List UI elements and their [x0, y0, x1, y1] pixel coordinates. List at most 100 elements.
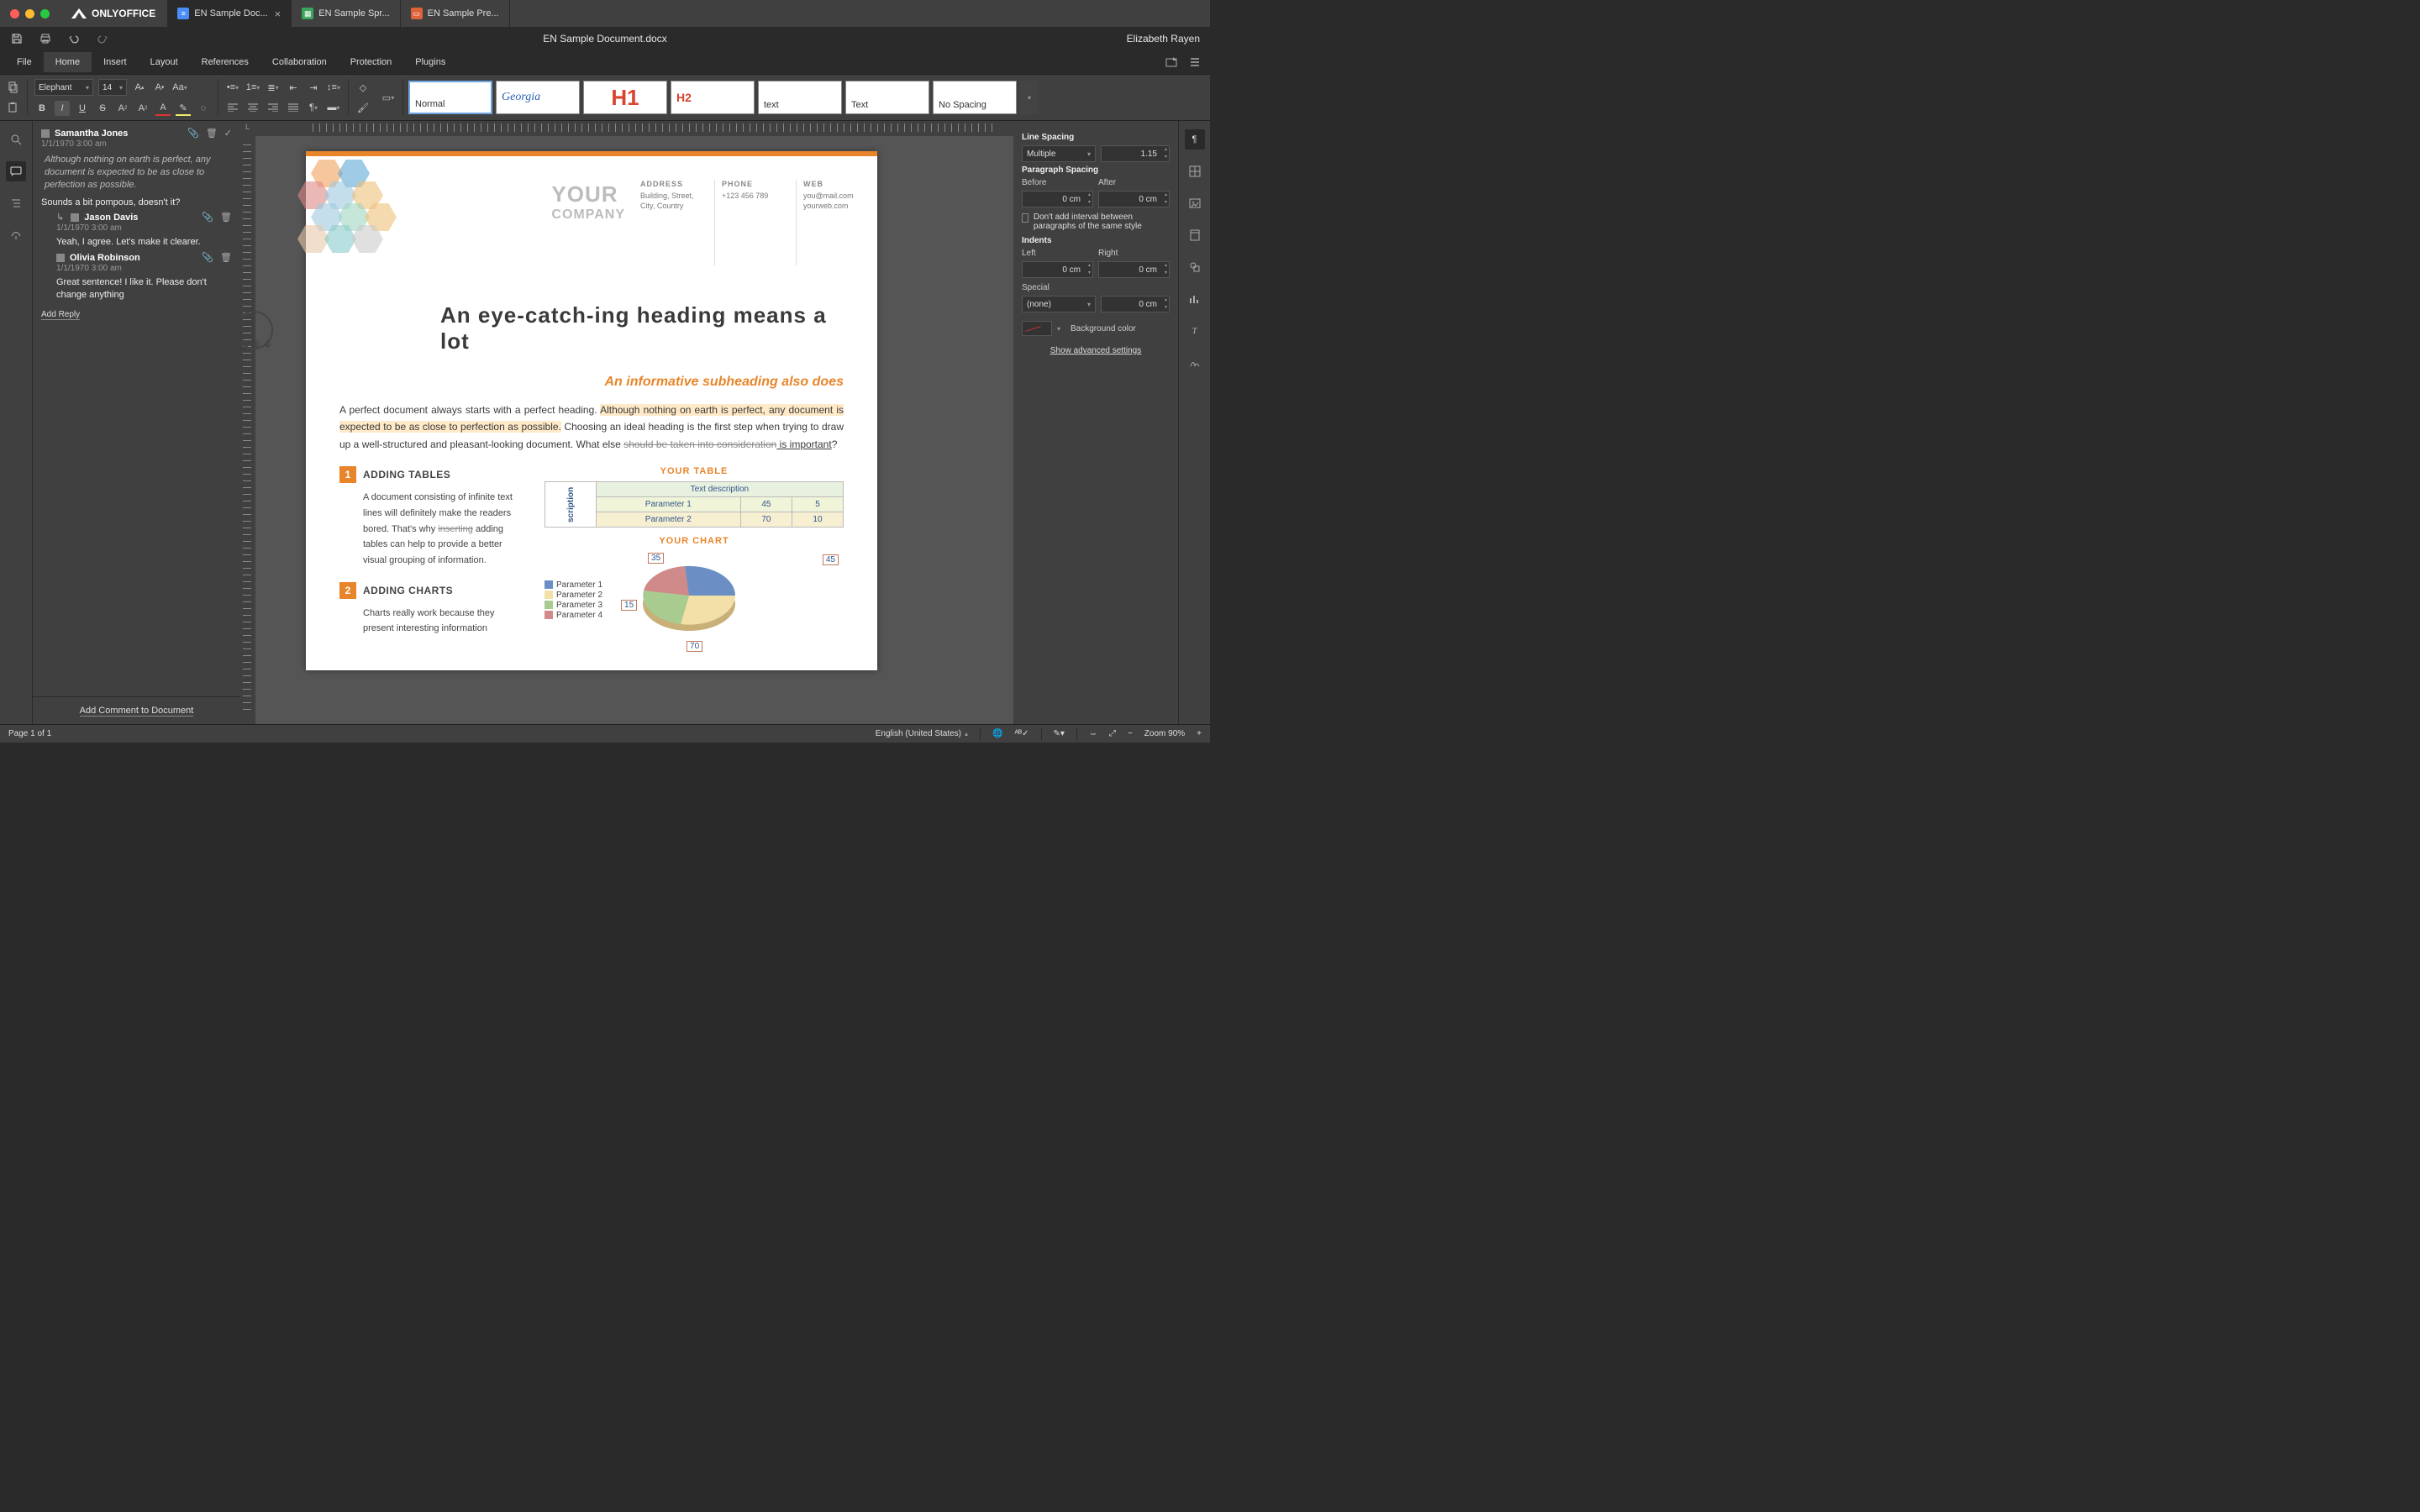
search-icon[interactable] [6, 129, 26, 150]
menu-protection[interactable]: Protection [339, 52, 404, 72]
tab-spreadsheet[interactable]: ▦ EN Sample Spr... [292, 0, 400, 27]
special-indent-value-input[interactable]: 0 cm [1101, 296, 1170, 312]
delete-icon[interactable]: 🗑 [220, 212, 232, 223]
style-text-lc[interactable]: text [758, 81, 842, 114]
decrease-indent-icon[interactable]: ⇤ [286, 80, 301, 95]
style-h1[interactable]: H1 [583, 81, 667, 114]
image-settings-icon[interactable] [1185, 193, 1205, 213]
style-h2[interactable]: H2 [671, 81, 755, 114]
decrease-font-icon[interactable]: A▾ [152, 80, 167, 95]
menu-collaboration[interactable]: Collaboration [260, 52, 339, 72]
spellcheck-icon[interactable]: 🌐 [992, 729, 1002, 738]
paragraph-settings-icon[interactable]: ¶ [1185, 129, 1205, 150]
delete-icon[interactable]: 🗑 [220, 252, 232, 263]
text-art-icon[interactable]: T [1185, 321, 1205, 341]
bold-icon[interactable]: B [34, 101, 50, 116]
highlight-color-icon[interactable]: ✎ [176, 101, 191, 116]
nonprinting-icon[interactable]: ¶▾ [306, 100, 321, 115]
align-right-icon[interactable] [266, 100, 281, 115]
add-comment-button[interactable]: Add Comment to Document [80, 706, 194, 717]
italic-icon[interactable]: I [55, 101, 70, 116]
menu-layout[interactable]: Layout [139, 52, 190, 72]
open-location-icon[interactable] [1165, 55, 1178, 69]
comments-icon[interactable] [6, 161, 26, 181]
header-footer-icon[interactable] [1185, 225, 1205, 245]
feedback-icon[interactable] [6, 225, 26, 245]
menu-insert[interactable]: Insert [92, 52, 139, 72]
font-size-select[interactable]: 14▾ [98, 79, 127, 96]
delete-icon[interactable]: 🗑 [206, 128, 218, 139]
subscript-icon[interactable]: A2 [135, 101, 150, 116]
document-page[interactable]: YOUR COMPANY ADDRESS Building, Street, C… [306, 151, 877, 670]
align-center-icon[interactable] [245, 100, 260, 115]
zoom-out-icon[interactable]: − [1128, 729, 1133, 738]
menu-references[interactable]: References [190, 52, 260, 72]
underline-icon[interactable]: U [75, 101, 90, 116]
minimize-window-icon[interactable] [25, 9, 34, 18]
document-canvas[interactable]: YOUR COMPANY ADDRESS Building, Street, C… [255, 136, 1013, 724]
attach-icon[interactable]: 📎 [202, 252, 213, 263]
menu-file[interactable]: File [5, 52, 44, 72]
resolve-icon[interactable]: ✓ [224, 128, 232, 139]
close-window-icon[interactable] [10, 9, 19, 18]
shape-settings-icon[interactable] [1185, 257, 1205, 277]
horizontal-ruler[interactable] [240, 121, 1013, 136]
print-icon[interactable] [39, 32, 52, 45]
copy-icon[interactable] [5, 80, 20, 95]
spellcheck-toggle-icon[interactable]: ᴬᴮ✓ [1014, 729, 1028, 738]
chart-settings-icon[interactable] [1185, 289, 1205, 309]
background-color-swatch[interactable] [1022, 321, 1052, 336]
paste-icon[interactable] [5, 100, 20, 115]
redo-icon[interactable] [96, 32, 109, 45]
numbering-icon[interactable]: 1≡▾ [245, 80, 260, 95]
increase-font-icon[interactable]: A▴ [132, 80, 147, 95]
style-more-icon[interactable]: ▾ [1020, 81, 1039, 114]
zoom-level[interactable]: Zoom 90% [1144, 729, 1185, 738]
font-color-icon[interactable]: A [155, 101, 171, 116]
chevron-down-icon[interactable]: ▾ [1057, 325, 1060, 333]
maximize-window-icon[interactable] [40, 9, 50, 18]
superscript-icon[interactable]: A2 [115, 101, 130, 116]
bullets-icon[interactable]: •≡▾ [225, 80, 240, 95]
fit-page-icon[interactable]: ⇔ [1089, 729, 1097, 738]
spacing-after-input[interactable]: 0 cm [1098, 191, 1170, 207]
attach-icon[interactable]: 📎 [187, 128, 199, 139]
line-spacing-value-input[interactable]: 1.15 [1101, 145, 1170, 162]
vertical-ruler[interactable] [240, 136, 255, 724]
style-text[interactable]: Text [845, 81, 929, 114]
align-left-icon[interactable] [225, 100, 240, 115]
style-normal[interactable]: Normal [408, 81, 492, 114]
close-icon[interactable]: × [275, 8, 281, 20]
strikethrough-icon[interactable]: S [95, 101, 110, 116]
add-reply-button[interactable]: Add Reply [41, 310, 80, 320]
insert-shape-icon[interactable]: ▭▾ [381, 90, 396, 105]
tab-presentation[interactable]: ▭ EN Sample Pre... [401, 0, 510, 27]
menu-home[interactable]: Home [44, 52, 92, 72]
indent-left-input[interactable]: 0 cm [1022, 261, 1093, 278]
style-georgia[interactable]: Georgia [496, 81, 580, 114]
clear-style-icon[interactable]: ◌ [196, 101, 211, 116]
format-painter-icon[interactable]: 🖌 [355, 100, 371, 115]
menu-plugins[interactable]: Plugins [403, 52, 457, 72]
comment-thread[interactable]: Samantha Jones 📎 🗑 ✓ 1/1/1970 3:00 am Al… [33, 121, 240, 332]
save-icon[interactable] [10, 32, 24, 45]
style-no-spacing[interactable]: No Spacing [933, 81, 1017, 114]
page-indicator[interactable]: Page 1 of 1 [8, 729, 51, 738]
multilevel-icon[interactable]: ≣▾ [266, 80, 281, 95]
view-settings-icon[interactable] [1188, 55, 1202, 69]
increase-indent-icon[interactable]: ⇥ [306, 80, 321, 95]
track-changes-icon[interactable]: ✎▾ [1054, 729, 1065, 738]
no-interval-checkbox[interactable]: Don't add interval between paragraphs of… [1022, 213, 1170, 231]
line-spacing-mode-select[interactable]: Multiple▾ [1022, 145, 1096, 162]
spacing-before-input[interactable]: 0 cm [1022, 191, 1093, 207]
attach-icon[interactable]: 📎 [202, 212, 213, 223]
advanced-settings-link[interactable]: Show advanced settings [1022, 346, 1170, 355]
change-case-icon[interactable]: Aa▾ [172, 80, 187, 95]
align-justify-icon[interactable] [286, 100, 301, 115]
special-indent-select[interactable]: (none)▾ [1022, 296, 1096, 312]
headings-icon[interactable] [6, 193, 26, 213]
shading-icon[interactable]: ▬▾ [326, 100, 341, 115]
eraser-icon[interactable]: ◇ [355, 80, 371, 95]
tab-document[interactable]: ≡ EN Sample Doc... × [167, 0, 292, 27]
zoom-in-icon[interactable]: + [1197, 729, 1202, 738]
